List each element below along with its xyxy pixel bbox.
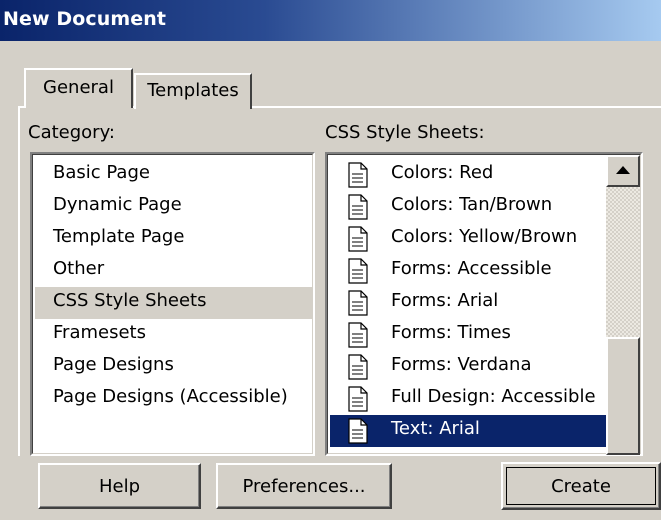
title-bar: New Document [0, 0, 661, 41]
new-document-dialog: New Document General Templates Category:… [0, 0, 661, 520]
scrollbar-thumb[interactable] [606, 337, 640, 455]
category-item[interactable]: Basic Page [35, 159, 312, 191]
category-label: Category: [28, 122, 115, 143]
window-title: New Document [3, 8, 167, 30]
category-item[interactable]: Other [35, 255, 312, 287]
tab-general[interactable]: General [24, 68, 133, 108]
css-sheet-label: Forms: Times [391, 322, 511, 343]
css-sheet-item[interactable]: Forms: Accessible [330, 255, 609, 287]
document-icon [348, 194, 368, 220]
category-item[interactable]: Template Page [35, 223, 312, 255]
up-arrow-icon [616, 166, 630, 174]
category-item[interactable]: CSS Style Sheets [35, 287, 312, 319]
document-icon [348, 418, 368, 444]
document-icon [348, 322, 368, 348]
css-style-sheets-label: CSS Style Sheets: [325, 122, 485, 143]
help-button[interactable]: Help [38, 463, 201, 509]
document-icon [348, 354, 368, 380]
scroll-up-button[interactable] [606, 155, 640, 187]
tab-templates[interactable]: Templates [134, 73, 252, 109]
css-sheet-label: Colors: Red [391, 162, 494, 183]
document-icon [348, 290, 368, 316]
css-sheet-item[interactable]: Text: Arial [330, 415, 609, 447]
css-sheet-item[interactable]: Full Design: Accessible [330, 383, 609, 415]
css-sheet-label: Forms: Arial [391, 290, 499, 311]
document-icon [348, 162, 368, 188]
category-list[interactable]: Basic Page Dynamic Page Template Page Other… [30, 152, 315, 456]
css-sheet-label: Text: Arial [391, 418, 480, 439]
document-icon [348, 386, 368, 412]
category-item[interactable]: Framesets [35, 319, 312, 351]
category-item[interactable]: Page Designs [35, 351, 312, 383]
document-icon [348, 258, 368, 284]
document-icon [348, 226, 368, 252]
category-item[interactable]: Dynamic Page [35, 191, 312, 223]
css-sheet-label: Forms: Verdana [391, 354, 532, 375]
css-sheet-label: Forms: Accessible [391, 258, 552, 279]
css-sheet-item[interactable]: Forms: Verdana [330, 351, 609, 383]
preferences-button[interactable]: Preferences... [216, 463, 392, 509]
css-sheet-item[interactable]: Forms: Times [330, 319, 609, 351]
css-sheet-item[interactable]: Colors: Red [330, 159, 609, 191]
css-sheet-item[interactable]: Colors: Tan/Brown [330, 191, 609, 223]
create-button[interactable]: Create [501, 462, 661, 510]
create-button-label: Create [506, 467, 656, 505]
category-item[interactable]: Page Designs (Accessible) [35, 383, 312, 415]
css-style-sheets-list[interactable]: Colors: Red Colors: Tan/Brown Colors: Yell… [325, 152, 643, 456]
css-sheet-label: Full Design: Accessible [391, 386, 596, 407]
css-sheet-label: Colors: Yellow/Brown [391, 226, 578, 247]
vertical-scrollbar[interactable] [606, 155, 640, 455]
css-sheet-label: Colors: Tan/Brown [391, 194, 553, 215]
css-sheet-item[interactable]: Forms: Arial [330, 287, 609, 319]
css-sheet-item[interactable]: Colors: Yellow/Brown [330, 223, 609, 255]
